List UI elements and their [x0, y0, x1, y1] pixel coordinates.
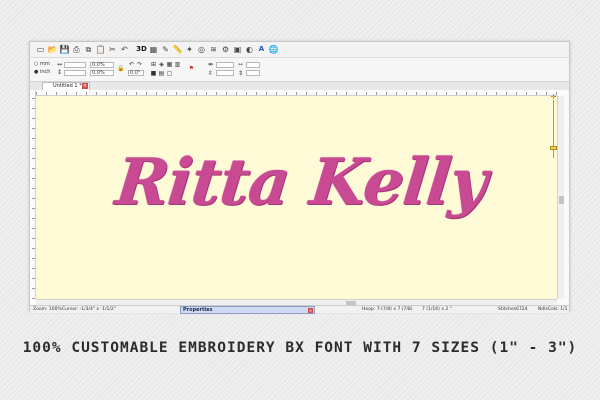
line-height-icon[interactable]: ⇕ — [237, 70, 244, 77]
new-icon[interactable]: ▭ — [35, 44, 46, 55]
vertical-scroll-thumb[interactable] — [559, 196, 564, 204]
property-bar: ○ mm ● inch ↔ ↕ 0.0% 0.0% 🔒 ↶ ↷ 0.0° ⊞ ◈… — [30, 58, 569, 82]
unit-inch-radio[interactable]: ● inch — [34, 69, 50, 75]
browser-icon[interactable]: ◐ — [244, 44, 255, 55]
zoom-status: Zoom: 100% — [33, 307, 62, 312]
zoom-in-icon[interactable]: ✛ — [550, 94, 557, 101]
zoom-knob[interactable] — [550, 146, 557, 150]
width-arrow-icon: ↔ — [56, 61, 63, 68]
fill-icon[interactable]: ▤ — [158, 70, 165, 77]
print-icon[interactable]: ⎙ — [71, 44, 82, 55]
unit-mm-radio[interactable]: ○ mm — [34, 61, 50, 67]
distribute-icon[interactable]: ◈ — [158, 61, 165, 68]
rotate-left-icon[interactable]: ↶ — [128, 61, 135, 68]
status-bar: Zoom: 100% Cursor: -1/3/4" x -1/1/2" Pro… — [30, 305, 569, 314]
embroidery-design-text[interactable]: Ritta Kelly — [112, 145, 490, 220]
promo-caption: 100% CUSTOMABLE EMBROIDERY BX FONT WITH … — [22, 340, 578, 356]
group-icon[interactable]: ▦ — [166, 61, 173, 68]
needle-icon[interactable]: ✦ — [184, 44, 195, 55]
stitches-status: Stitches6724 — [498, 307, 528, 312]
spacing-h-icon[interactable]: ⇹ — [207, 61, 214, 68]
height-field[interactable] — [64, 70, 86, 76]
angle-field[interactable]: 0.0° — [128, 70, 144, 76]
close-properties-icon[interactable]: × — [308, 308, 313, 313]
settings-icon[interactable]: ⚙ — [220, 44, 231, 55]
stitch-icon[interactable]: ✎ — [160, 44, 171, 55]
align-icon[interactable]: ⊞ — [150, 61, 157, 68]
hoop-icon[interactable]: ◎ — [196, 44, 207, 55]
size-status: 7 (1/16) x 2 " — [422, 307, 452, 312]
hoop-status: Hoop: 7-(7/8) x 7 (7/8) — [362, 307, 413, 312]
height-arrow-icon: ↕ — [56, 69, 63, 76]
design-area: Ritta Kelly — [36, 96, 557, 299]
kerning-icon[interactable]: ⇿ — [237, 61, 244, 68]
text-icon[interactable]: A — [256, 44, 267, 55]
vertical-scrollbar[interactable] — [557, 96, 564, 299]
line-height-field[interactable] — [246, 70, 260, 76]
spacing-v-icon[interactable]: ⇳ — [207, 70, 214, 77]
trace-icon[interactable]: ⚑ — [188, 65, 195, 72]
thread-icon[interactable]: ≋ — [208, 44, 219, 55]
toolbar-separator — [131, 44, 135, 55]
tab-label: Untitled 1 * — [53, 83, 82, 89]
close-tab-icon[interactable]: × — [82, 83, 88, 89]
embroidery-app-window: ▭ 📂 💾 ⎙ ⧉ 📋 ✂ ↶ 3D ▦ ✎ 📏 ✦ ◎ ≋ ⚙ ▣ ◐ A 🌐… — [29, 41, 570, 314]
needle-status: NdlsCols: 1/1 — [538, 307, 568, 312]
cut-icon[interactable]: ✂ — [107, 44, 118, 55]
width-field[interactable] — [64, 62, 86, 68]
design-canvas[interactable]: Ritta Kelly — [36, 96, 557, 299]
paste-icon[interactable]: 📋 — [95, 44, 106, 55]
frame-icon[interactable]: ▣ — [232, 44, 243, 55]
globe-icon[interactable]: 🌐 — [268, 44, 279, 55]
ruler-icon[interactable]: 📏 — [172, 44, 183, 55]
spacing-v-field[interactable] — [216, 70, 234, 76]
spacing-h-field[interactable] — [216, 62, 234, 68]
color-icon[interactable]: ▦ — [148, 44, 159, 55]
cursor-status: Cursor: -1/3/4" x -1/1/2" — [62, 307, 116, 312]
kerning-field[interactable] — [246, 62, 260, 68]
properties-panel-tab[interactable]: Properties × — [180, 306, 315, 314]
open-icon[interactable]: 📂 — [47, 44, 58, 55]
undo-icon[interactable]: ↶ — [119, 44, 130, 55]
scale-y-field[interactable]: 0.0% — [90, 70, 114, 76]
zoom-slider[interactable]: ✛ — [550, 94, 557, 164]
main-toolbar: ▭ 📂 💾 ⎙ ⧉ 📋 ✂ ↶ 3D ▦ ✎ 📏 ✦ ◎ ≋ ⚙ ▣ ◐ A 🌐 — [30, 42, 569, 58]
copy-icon[interactable]: ⧉ — [83, 44, 94, 55]
3d-view-icon[interactable]: 3D — [136, 44, 147, 55]
properties-title: Properties — [183, 307, 213, 313]
scale-x-field[interactable]: 0.0% — [90, 62, 114, 68]
rotate-right-icon[interactable]: ↷ — [136, 61, 143, 68]
ungroup-icon[interactable]: ▥ — [174, 61, 181, 68]
color-swatch-icon[interactable]: ■ — [150, 70, 157, 77]
save-icon[interactable]: 💾 — [59, 44, 70, 55]
document-tabbar: Untitled 1 * × — [30, 82, 569, 90]
outline-icon[interactable]: ▢ — [166, 70, 173, 77]
lock-ratio-icon[interactable]: 🔒 — [117, 65, 124, 72]
